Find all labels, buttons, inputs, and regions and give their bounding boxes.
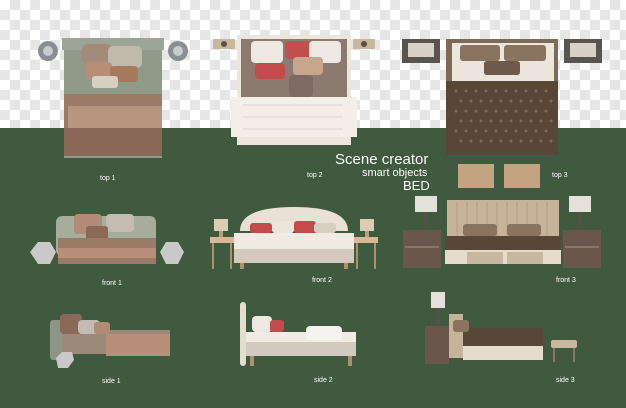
wall-panels <box>458 164 540 188</box>
bed-top-3 <box>402 39 602 155</box>
bed-top-1 <box>38 38 188 158</box>
label-top-2: top 2 <box>307 172 323 179</box>
bed-side-2 <box>240 302 356 366</box>
scene-headline: Scene creator <box>335 151 429 168</box>
bed-front-1 <box>30 214 184 264</box>
label-side-2: side 2 <box>314 377 333 384</box>
bed-top-2 <box>213 35 375 145</box>
label-front-2: front 2 <box>312 277 332 284</box>
label-front-1: front 1 <box>102 280 122 287</box>
bed-side-1 <box>50 314 170 368</box>
label-side-3: side 3 <box>556 377 575 384</box>
label-top-1: top 1 <box>100 175 116 182</box>
bed-side-3 <box>425 292 577 364</box>
bed-front-3 <box>403 196 601 268</box>
scene-product: BED <box>403 178 430 193</box>
bed-front-2 <box>210 207 378 269</box>
label-side-1: side 1 <box>102 378 121 385</box>
label-top-3: top 3 <box>552 172 568 179</box>
label-front-3: front 3 <box>556 277 576 284</box>
